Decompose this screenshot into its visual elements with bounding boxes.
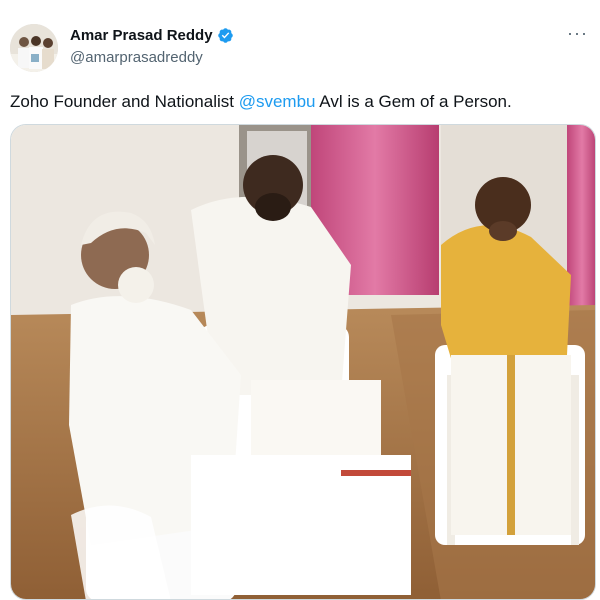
more-options-icon[interactable]: ··· <box>567 24 588 42</box>
tweet-card: Amar Prasad Reddy @amarprasadreddy ··· Z… <box>0 0 600 600</box>
tweet-text-after: Avl is a Gem of a Person. <box>315 92 512 111</box>
mention-link[interactable]: @svembu <box>239 92 316 111</box>
author-name-row: Amar Prasad Reddy <box>70 27 234 44</box>
tweet-text-before: Zoho Founder and Nationalist <box>10 92 239 111</box>
verified-badge-icon <box>217 27 234 44</box>
author-avatar[interactable] <box>10 24 58 72</box>
tweet-text: Zoho Founder and Nationalist @svembu Avl… <box>10 91 512 113</box>
author-handle[interactable]: @amarprasadreddy <box>70 49 203 66</box>
tweet-photo[interactable] <box>10 124 596 600</box>
author-display-name[interactable]: Amar Prasad Reddy <box>70 27 213 44</box>
